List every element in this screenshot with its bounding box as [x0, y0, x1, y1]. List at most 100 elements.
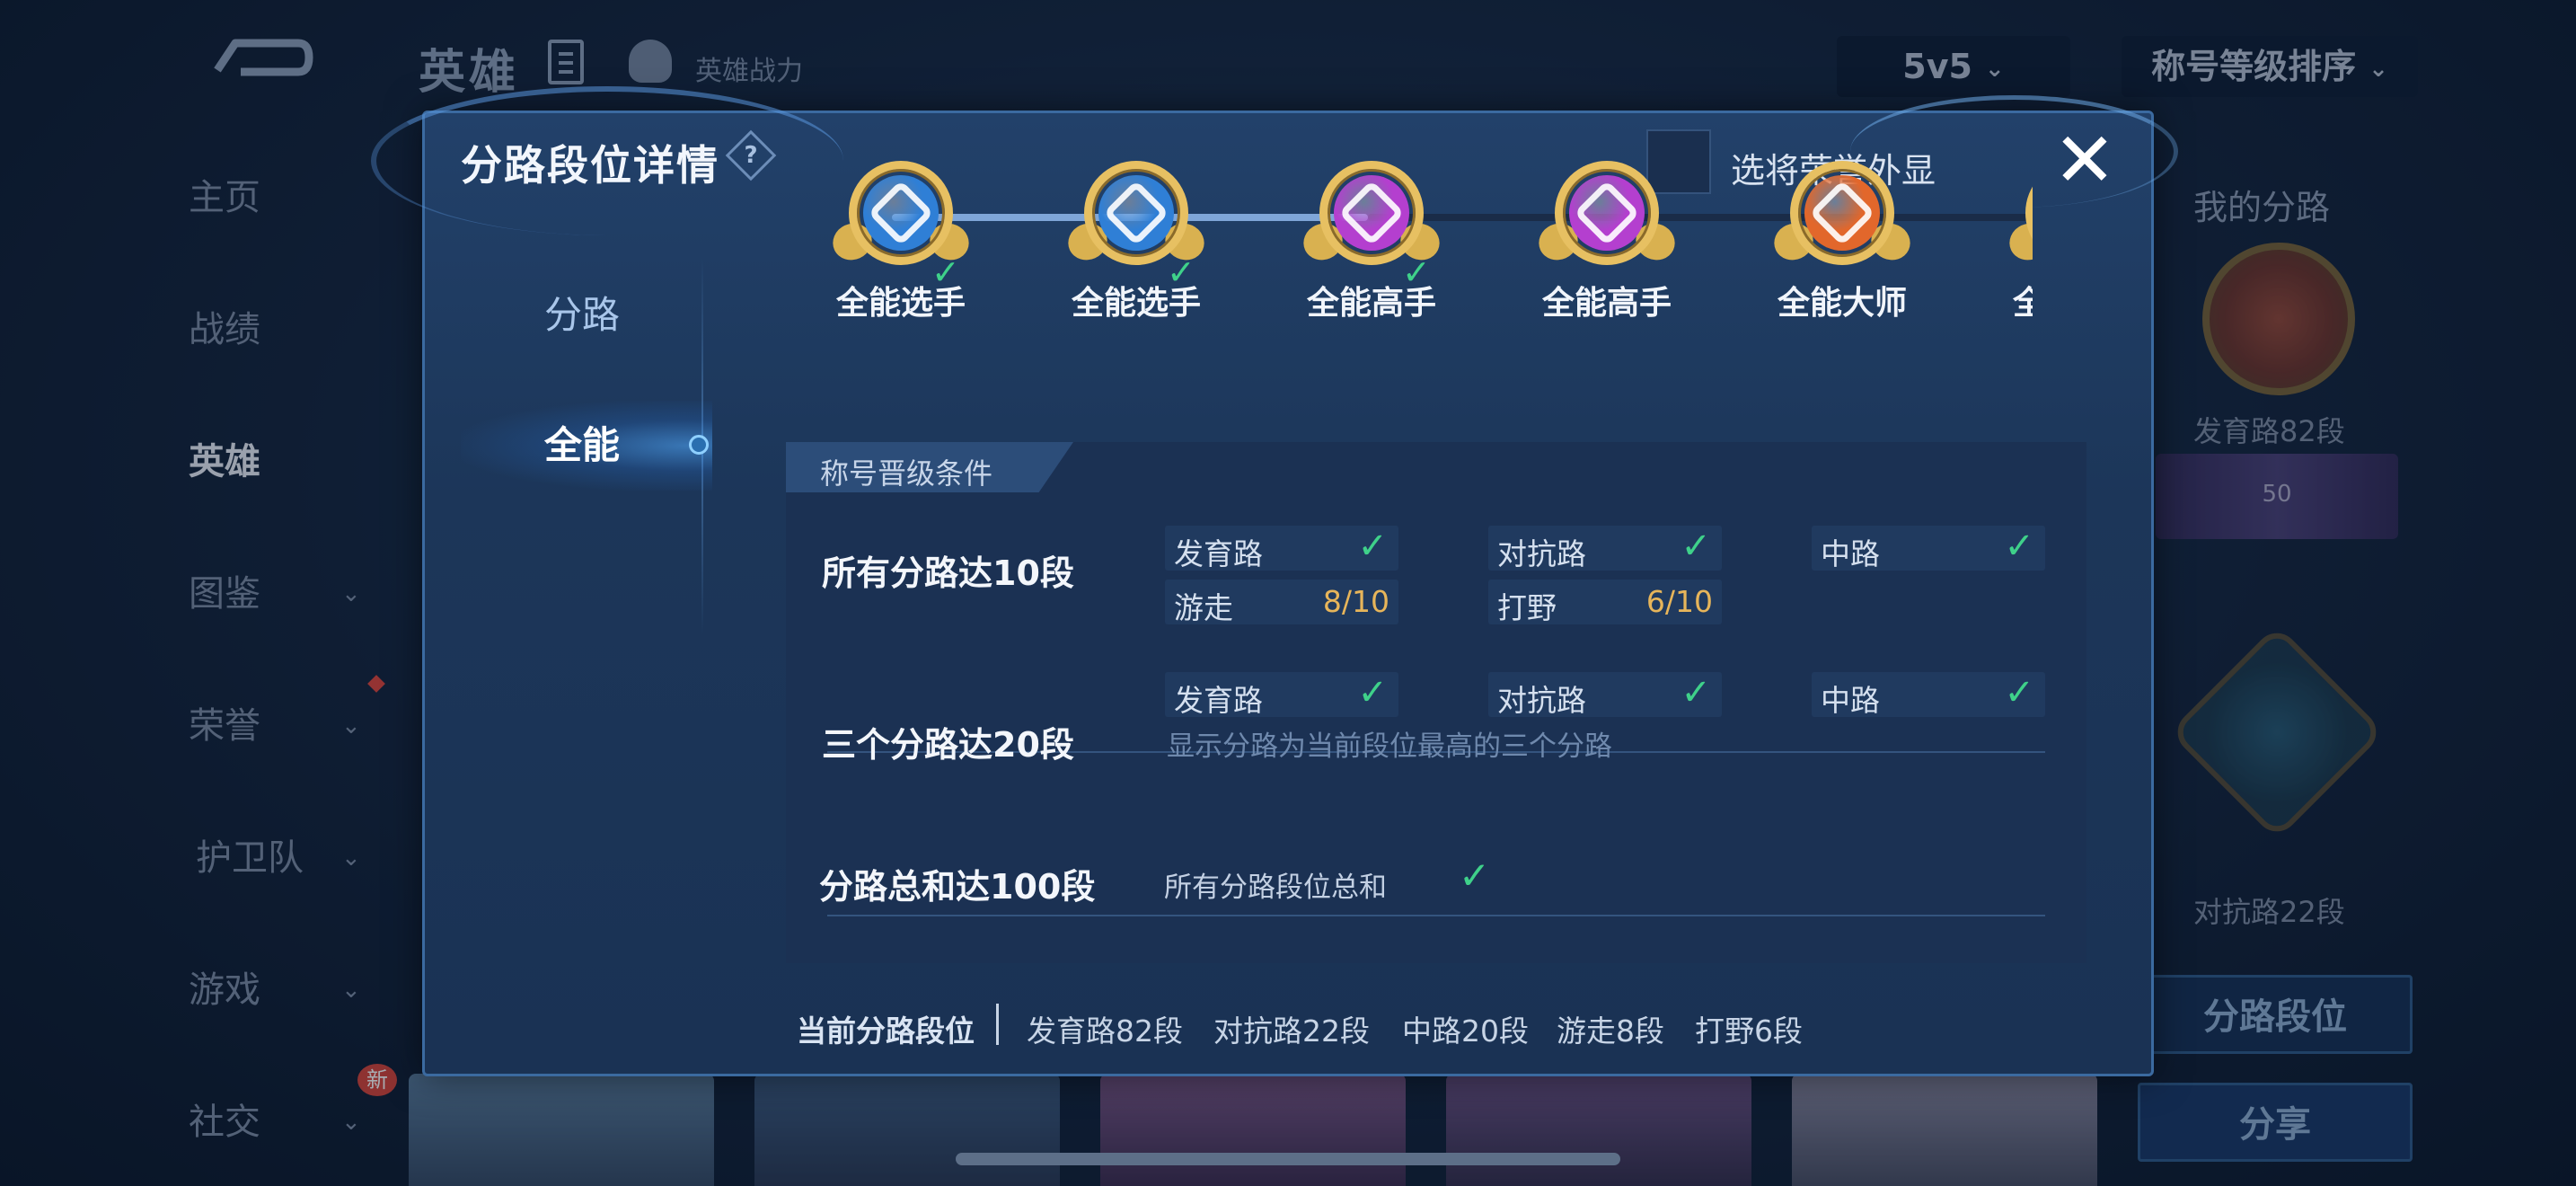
check-icon: ✓ — [1681, 672, 1711, 713]
title-progress-track[interactable]: ✓全能选手✓全能选手✓全能高手全能高手全能大师全能大师 — [811, 140, 2033, 329]
back-button[interactable] — [208, 31, 316, 93]
chip-jungle: 打野 6/10 — [1488, 580, 1722, 625]
back-arrow-icon — [214, 39, 313, 76]
my-lanes-title: 我的分路 — [2193, 188, 2331, 227]
sidebar-item-label: 社交 — [189, 1102, 260, 1143]
title-medal-icon — [2003, 154, 2033, 272]
chevron-down-icon: ⌄ — [341, 845, 361, 872]
hero-card[interactable] — [409, 1074, 714, 1186]
footer-item: 打野6段 — [1695, 1013, 1803, 1049]
my-lanes-panel: 我的分路 发育路82段 50 对抗路22段 分路段位 分享 — [2138, 153, 2416, 1162]
close-icon[interactable]: ✕ — [2052, 122, 2117, 198]
chip-clash: 对抗路 ✓ — [1488, 526, 1722, 571]
condition-label: 三个分路达20段 — [822, 725, 1074, 765]
title-name: 全能高手 — [1306, 285, 1436, 322]
chip-label: 发育路 — [1174, 683, 1263, 718]
rank-number: 50 — [2262, 481, 2292, 508]
check-icon: ✓ — [2004, 672, 2034, 713]
title-medal-icon: ✓ — [826, 154, 975, 292]
footer-item: 中路20段 — [1402, 1013, 1529, 1049]
sidebar-item-honor[interactable]: 荣誉 ⌄ — [189, 690, 395, 762]
sidebar-item-home[interactable]: 主页 — [189, 162, 395, 234]
sidebar-item-label: 战绩 — [189, 309, 260, 350]
condition-note: 所有分路段位总和 — [1164, 872, 1387, 904]
title-name: 全能大师 — [2012, 285, 2033, 322]
chevron-down-icon: ⌄ — [2369, 55, 2388, 83]
hero-card[interactable] — [1792, 1074, 2097, 1186]
modal-title: 分路段位详情 — [461, 141, 719, 190]
chip-roam: 游走 8/10 — [1165, 580, 1398, 625]
sidebar-item-social[interactable]: 社交 ⌄ — [189, 1086, 395, 1158]
tab-all-round[interactable]: 全能 — [479, 410, 685, 482]
hero-card[interactable] — [1100, 1074, 1406, 1186]
title-name: 全能高手 — [1541, 285, 1672, 322]
title-name: 全能选手 — [835, 285, 966, 322]
new-badge: 新 — [357, 1064, 397, 1096]
lane-rank-button[interactable]: 分路段位 — [2138, 975, 2413, 1054]
lane1-text: 发育路82段 — [2193, 414, 2345, 448]
chip-label: 游走 — [1174, 590, 1233, 625]
title-medal-icon: ✓ — [1297, 154, 1446, 292]
mode-dropdown[interactable]: 5v5 ⌄ — [1837, 36, 2070, 97]
chip-mid: 中路 ✓ — [1812, 526, 2045, 571]
lane-emblem-icon — [2168, 624, 2386, 841]
sidebar-item-label: 游戏 — [189, 969, 260, 1011]
chevron-down-icon: ⌄ — [341, 712, 361, 739]
hero-cards-strip — [409, 1074, 2097, 1186]
chip-clash: 对抗路 ✓ — [1488, 672, 1722, 718]
share-button[interactable]: 分享 — [2138, 1083, 2413, 1162]
current-lane-ranks: 当前分路段位 发育路82段 对抗路22段 中路20段 游走8段 打野6段 — [797, 998, 2090, 1052]
lane-rank-detail-modal: 分路段位详情 ? 选将荣誉外显 ✕ 分路 全能 ✓ 全能选手 ✓ 全能选手 ✓ 全能高手全… — [371, 86, 2178, 1076]
chip-adc: 发育路 ✓ — [1165, 672, 1398, 718]
condition-label: 分路总和达100段 — [819, 867, 1096, 907]
sidebar-item-label: 荣誉 — [189, 705, 260, 747]
help-glyph: ? — [744, 142, 758, 169]
condition-label: 所有分路达10段 — [822, 553, 1074, 593]
hero-power-icon — [629, 40, 672, 83]
chevron-down-icon: ⌄ — [341, 1109, 361, 1136]
chip-progress: 8/10 — [1322, 584, 1389, 619]
title-name: 全能大师 — [1777, 285, 1907, 322]
hero-card[interactable] — [1446, 1074, 1751, 1186]
chip-label: 打野 — [1497, 590, 1557, 625]
check-icon: ✓ — [2004, 526, 2034, 567]
hero-power-label[interactable]: 英雄战力 — [695, 49, 803, 88]
footer-item: 游走8段 — [1557, 1013, 1664, 1049]
chip-label: 对抗路 — [1497, 536, 1586, 571]
chip-mid: 中路 ✓ — [1812, 672, 2045, 718]
check-icon: ✓ — [1459, 854, 1491, 898]
condition-row-total: 分路总和达100段 所有分路段位总和 ✓ — [783, 841, 2084, 922]
conditions-header: 称号晋级条件 — [786, 442, 1073, 492]
footer-item: 对抗路22段 — [1213, 1013, 1370, 1049]
sidebar-item-game[interactable]: 游戏 ⌄ — [189, 954, 395, 1026]
home-indicator[interactable] — [956, 1153, 1620, 1165]
sidebar-item-guard[interactable]: 护卫队 ⌄ — [196, 822, 410, 894]
hero-card[interactable] — [754, 1074, 1060, 1186]
chip-progress: 6/10 — [1645, 584, 1713, 619]
active-tab-indicator — [689, 435, 709, 455]
check-icon: ✓ — [1357, 672, 1388, 713]
conditions-header-label: 称号晋级条件 — [820, 456, 993, 491]
footer-item: 发育路82段 — [1027, 1013, 1183, 1049]
chevron-down-icon: ⌄ — [341, 580, 361, 607]
chevron-down-icon: ⌄ — [341, 977, 361, 1004]
sidebar-item-codex[interactable]: 图鉴 ⌄ — [189, 558, 395, 630]
chip-label: 中路 — [1821, 683, 1880, 718]
check-icon: ✓ — [1681, 526, 1711, 567]
mode-dropdown-label: 5v5 — [1902, 47, 1972, 86]
sidebar-item-hero[interactable]: 英雄 — [189, 426, 395, 498]
sidebar-item-record[interactable]: 战绩 — [189, 294, 395, 366]
tab-lane[interactable]: 分路 — [479, 279, 685, 351]
footer-label: 当前分路段位 — [797, 1013, 975, 1049]
list-icon[interactable] — [548, 40, 584, 84]
footer-separator — [996, 1004, 999, 1045]
condition-row: 所有分路达10段 发育路 ✓ 对抗路 ✓ 中路 ✓ 游走 8/10 打野 6/1… — [786, 496, 2086, 667]
title-medal-icon: ✓ — [1062, 154, 1211, 292]
rank-banner: 50 — [2156, 454, 2398, 539]
chip-label: 对抗路 — [1497, 683, 1586, 718]
title-medal-icon — [1768, 154, 1917, 272]
page-title: 英雄 — [419, 46, 520, 100]
chip-adc: 发育路 ✓ — [1165, 526, 1398, 571]
sort-dropdown[interactable]: 称号等级排序 ⌄ — [2122, 36, 2418, 97]
track-line-pending — [1368, 214, 2033, 221]
